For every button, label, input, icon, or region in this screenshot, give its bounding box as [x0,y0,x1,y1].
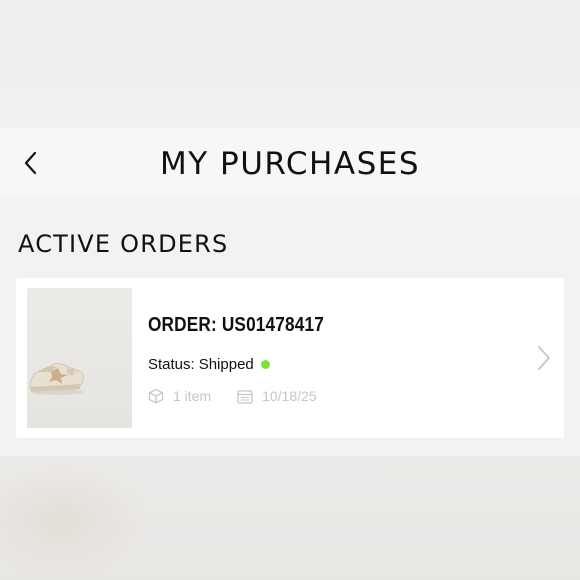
orders-section: ACTIVE ORDERS ORDER: US01478417 Status: … [0,196,580,456]
status-indicator-dot [260,360,270,369]
order-meta: 1 item 10/18/25 [148,388,343,404]
item-count: 1 item [148,388,211,404]
page-header: MY PURCHASES [0,128,580,196]
order-status: Status: Shipped [148,356,270,373]
section-title: ACTIVE ORDERS [18,230,229,258]
blurred-background-object [0,460,150,580]
order-date: 10/18/25 [237,388,317,404]
sneaker-image [29,363,84,395]
chevron-right-icon[interactable] [536,344,552,372]
order-id: ORDER: US01478417 [148,314,324,336]
calendar-icon [237,389,253,404]
page-title: MY PURCHASES [159,146,421,182]
status-label: Status: [148,356,195,373]
background-top [0,0,580,128]
box-icon [148,388,164,404]
order-card[interactable]: ORDER: US01478417 Status: Shipped 1 item [16,278,564,438]
order-date-text: 10/18/25 [262,388,317,404]
item-count-text: 1 item [173,388,212,404]
order-thumbnail [27,288,132,428]
status-value: Shipped [198,356,254,373]
